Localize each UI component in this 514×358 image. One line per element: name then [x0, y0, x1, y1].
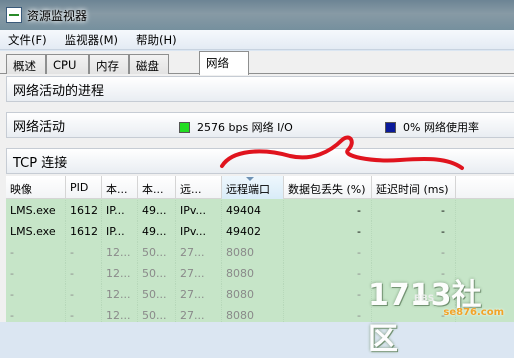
io-legend: 2576 bps 网络 I/O [179, 119, 293, 135]
tab-network[interactable]: 网络 [199, 51, 249, 75]
usage-color-swatch [385, 121, 396, 133]
cell-image: - [6, 284, 66, 305]
cell-remote-address: 27... [176, 305, 222, 322]
cell-packet-loss: - [284, 263, 372, 284]
table-header: 映像 PID 本... 本... 远... 远程端口 数据包丢失 (%) 延迟时… [6, 176, 514, 199]
cell-image: - [6, 305, 66, 322]
column-packet-loss[interactable]: 数据包丢失 (%) [284, 176, 372, 199]
cell-remote-port: 8080 [222, 305, 284, 322]
cell-local-port: 49... [138, 221, 176, 242]
menu-file[interactable]: 文件(F) [6, 31, 49, 49]
cell-pid: - [66, 284, 102, 305]
title-bar: 资源监视器 [0, 0, 514, 30]
site-watermark: 1713社区 BBS se876.com [368, 272, 508, 357]
cell-latency: - [372, 221, 456, 242]
table-row[interactable]: LMS.exe 1612 IP... 49... IPv... 49402- - [6, 221, 514, 242]
tab-overview[interactable]: 概述 [6, 54, 46, 74]
menu-bar: 文件(F) 监视器(M) 帮助(H) [0, 30, 514, 50]
resource-monitor-icon [6, 7, 22, 23]
column-latency[interactable]: 延迟时间 (ms) [372, 176, 456, 199]
cell-remote-port: 49404 [222, 200, 284, 221]
column-remote-address[interactable]: 远... [176, 176, 222, 199]
tab-memory[interactable]: 内存 [89, 54, 129, 74]
column-remote-port[interactable]: 远程端口 [222, 176, 284, 199]
cell-local-address: 12... [102, 242, 138, 263]
io-color-swatch [179, 121, 190, 133]
column-remote-port-label: 远程端口 [226, 183, 270, 196]
cell-packet-loss: - [284, 221, 372, 242]
activity-section-header[interactable]: 网络活动 2576 bps 网络 I/O 0% 网络使用率 [6, 112, 514, 138]
io-legend-label: 2576 bps 网络 I/O [197, 121, 293, 134]
cell-local-address: 12... [102, 305, 138, 322]
cell-remote-address: IPv... [176, 200, 222, 221]
cell-image: LMS.exe [6, 221, 66, 242]
cell-local-address: IP... [102, 200, 138, 221]
cell-packet-loss: - [284, 200, 372, 221]
cell-pid: - [66, 242, 102, 263]
column-local-port[interactable]: 本... [138, 176, 176, 199]
processes-section-header[interactable]: 网络活动的进程 [6, 76, 514, 102]
column-pid[interactable]: PID [66, 176, 102, 199]
cell-local-address: 12... [102, 284, 138, 305]
cell-remote-address: 27... [176, 242, 222, 263]
cell-image: - [6, 263, 66, 284]
cell-local-port: 50... [138, 263, 176, 284]
window-title: 资源监视器 [27, 8, 88, 23]
tab-cpu[interactable]: CPU [46, 54, 89, 74]
tab-bar: 概述 CPU 内存 磁盘 网络 [0, 51, 514, 75]
cell-local-port: 50... [138, 242, 176, 263]
cell-local-port: 50... [138, 284, 176, 305]
column-local-address[interactable]: 本... [102, 176, 138, 199]
table-row[interactable]: - -12... 50... 27... 8080- - [6, 242, 514, 263]
cell-remote-address: 27... [176, 284, 222, 305]
cell-latency: - [372, 242, 456, 263]
cell-local-port: 49... [138, 200, 176, 221]
cell-remote-port: 49402 [222, 221, 284, 242]
cell-packet-loss: - [284, 242, 372, 263]
cell-pid: 1612 [66, 221, 102, 242]
menu-help[interactable]: 帮助(H) [134, 31, 179, 49]
cell-latency: - [372, 200, 456, 221]
table-row[interactable]: LMS.exe 1612 IP... 49... IPv... 49404- - [6, 200, 514, 221]
cell-packet-loss: - [284, 284, 372, 305]
usage-legend-label: 0% 网络使用率 [403, 121, 479, 134]
watermark-bbs-text: BBS [414, 294, 435, 304]
tab-disk[interactable]: 磁盘 [129, 54, 169, 74]
cell-image: LMS.exe [6, 200, 66, 221]
cell-image: - [6, 242, 66, 263]
cell-pid: - [66, 305, 102, 322]
cell-remote-port: 8080 [222, 263, 284, 284]
tcp-section-title: TCP 连接 [13, 155, 68, 171]
cell-remote-address: 27... [176, 263, 222, 284]
cell-remote-address: IPv... [176, 221, 222, 242]
tcp-section-header[interactable]: TCP 连接 [6, 148, 514, 174]
cell-local-port: 50... [138, 305, 176, 322]
menu-monitor[interactable]: 监视器(M) [63, 31, 120, 49]
sort-arrow-icon [246, 177, 254, 181]
cell-pid: 1612 [66, 200, 102, 221]
watermark-url-text: se876.com [443, 307, 504, 318]
activity-section-title: 网络活动 [13, 119, 66, 135]
cell-local-address: IP... [102, 221, 138, 242]
cell-packet-loss: - [284, 305, 372, 322]
cell-local-address: 12... [102, 263, 138, 284]
usage-legend: 0% 网络使用率 [385, 119, 479, 135]
column-image[interactable]: 映像 [6, 176, 66, 199]
processes-section-title: 网络活动的进程 [13, 83, 105, 99]
cell-remote-port: 8080 [222, 284, 284, 305]
cell-remote-port: 8080 [222, 242, 284, 263]
cell-pid: - [66, 263, 102, 284]
